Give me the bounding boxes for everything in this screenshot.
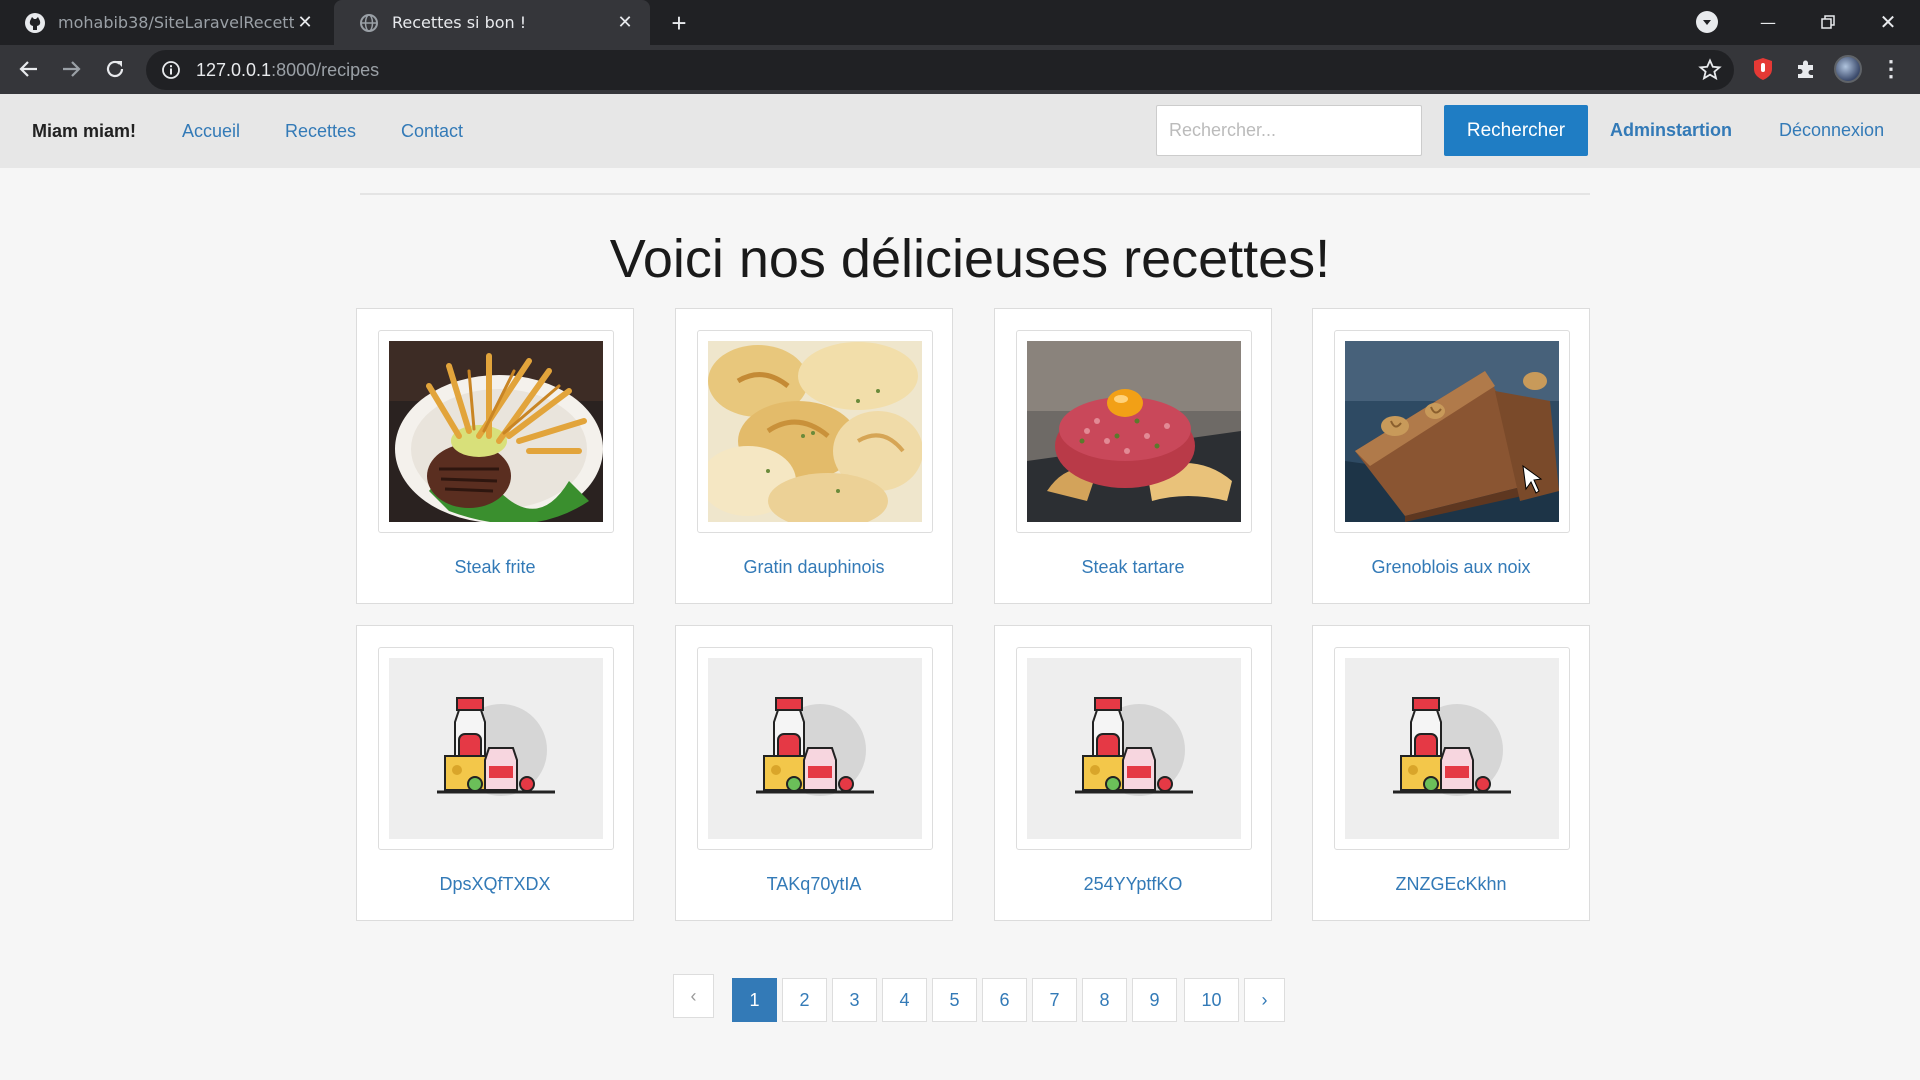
recipe-card[interactable]: TAKq70ytIA: [675, 625, 953, 921]
nav-link-recettes[interactable]: Recettes: [285, 121, 356, 142]
close-icon[interactable]: ✕: [294, 12, 316, 34]
groceries-placeholder-icon: [389, 658, 603, 839]
minimize-icon[interactable]: —: [1748, 6, 1788, 38]
nav-link-accueil[interactable]: Accueil: [182, 121, 240, 142]
page-title: Voici nos délicieuses recettes!: [609, 229, 1331, 289]
recipe-image[interactable]: [1016, 330, 1252, 533]
tab-github[interactable]: mohabib38/SiteLaravelRecettes ✕: [0, 0, 330, 45]
recipe-name[interactable]: 254YYptfKO: [995, 874, 1271, 895]
pagination-page-3[interactable]: 3: [832, 978, 877, 1022]
recipe-image[interactable]: [378, 647, 614, 850]
recipe-card[interactable]: Grenoblois aux noix: [1312, 308, 1590, 604]
recipe-card[interactable]: 254YYptfKO: [994, 625, 1272, 921]
brand-logo[interactable]: Miam miam!: [32, 121, 136, 142]
pagination-page-9[interactable]: 9: [1132, 978, 1177, 1022]
url-host: 127.0.0.1: [196, 59, 272, 80]
recipe-name[interactable]: Steak tartare: [995, 557, 1271, 578]
tab-title: mohabib38/SiteLaravelRecettes: [58, 13, 294, 32]
groceries-placeholder-icon: [708, 658, 922, 839]
recipe-image[interactable]: [378, 330, 614, 533]
tab-title: Recettes si bon !: [392, 13, 527, 32]
pagination-page-4[interactable]: 4: [882, 978, 927, 1022]
recipe-image[interactable]: [1016, 647, 1252, 850]
admin-link[interactable]: Adminstartion: [1610, 120, 1732, 141]
recipe-card[interactable]: DpsXQfTXDX: [356, 625, 634, 921]
groceries-placeholder-icon: [1345, 658, 1559, 839]
recipe-card[interactable]: Steak frite: [356, 308, 634, 604]
nav-link-contact[interactable]: Contact: [401, 121, 463, 142]
restore-icon[interactable]: [1808, 6, 1848, 38]
bookmark-star-icon[interactable]: [1698, 58, 1722, 82]
extension-shield-icon[interactable]: [1752, 57, 1774, 81]
pagination-page-8[interactable]: 8: [1082, 978, 1127, 1022]
forward-arrow-icon[interactable]: [56, 54, 86, 84]
pagination-prev[interactable]: ‹: [673, 974, 714, 1018]
url-path: :8000/recipes: [271, 59, 380, 80]
search-button[interactable]: Rechercher: [1444, 105, 1588, 156]
divider: [360, 193, 1590, 195]
recipe-name[interactable]: ZNZGEcKkhn: [1313, 874, 1589, 895]
browser-tabstrip: mohabib38/SiteLaravelRecettes ✕ Recettes…: [0, 0, 1920, 45]
pagination-page-6[interactable]: 6: [982, 978, 1027, 1022]
recipe-image[interactable]: [1334, 330, 1570, 533]
reload-icon[interactable]: [100, 54, 130, 84]
globe-icon: [358, 12, 380, 34]
recipe-name[interactable]: TAKq70ytIA: [676, 874, 952, 895]
extensions-puzzle-icon[interactable]: [1794, 57, 1818, 81]
pagination-next[interactable]: ›: [1244, 978, 1285, 1022]
groceries-placeholder-icon: [1027, 658, 1241, 839]
site-navbar: Miam miam! Accueil Recettes Contact Rech…: [0, 94, 1920, 168]
close-icon[interactable]: ✕: [614, 12, 636, 34]
tab-recettes[interactable]: Recettes si bon ! ✕: [334, 0, 650, 45]
recipe-card[interactable]: ZNZGEcKkhn: [1312, 625, 1590, 921]
recipe-name[interactable]: DpsXQfTXDX: [357, 874, 633, 895]
recipe-image[interactable]: [697, 330, 933, 533]
recipe-image[interactable]: [1334, 647, 1570, 850]
back-arrow-icon[interactable]: [14, 54, 44, 84]
new-tab-plus-icon[interactable]: +: [666, 10, 692, 36]
browser-toolbar: 127.0.0.1:8000/recipes ⋮: [0, 45, 1920, 94]
tab-search-icon[interactable]: [1696, 11, 1718, 33]
info-icon[interactable]: [160, 59, 182, 81]
recipe-name[interactable]: Grenoblois aux noix: [1313, 557, 1589, 578]
pagination-page-1[interactable]: 1: [732, 978, 777, 1022]
logout-link[interactable]: Déconnexion: [1779, 120, 1884, 141]
window-close-icon[interactable]: ✕: [1868, 6, 1908, 38]
github-icon: [24, 12, 46, 34]
pagination-page-10[interactable]: 10: [1184, 978, 1239, 1022]
pagination-page-5[interactable]: 5: [932, 978, 977, 1022]
more-menu-icon[interactable]: ⋮: [1880, 57, 1902, 81]
recipe-name[interactable]: Steak frite: [357, 557, 633, 578]
pagination-page-2[interactable]: 2: [782, 978, 827, 1022]
recipe-name[interactable]: Gratin dauphinois: [676, 557, 952, 578]
profile-avatar[interactable]: [1834, 55, 1862, 83]
search-input[interactable]: [1156, 105, 1422, 156]
recipe-card[interactable]: Gratin dauphinois: [675, 308, 953, 604]
address-bar[interactable]: 127.0.0.1:8000/recipes: [146, 50, 1734, 90]
recipe-card[interactable]: Steak tartare: [994, 308, 1272, 604]
pagination-page-7[interactable]: 7: [1032, 978, 1077, 1022]
recipe-image[interactable]: [697, 647, 933, 850]
